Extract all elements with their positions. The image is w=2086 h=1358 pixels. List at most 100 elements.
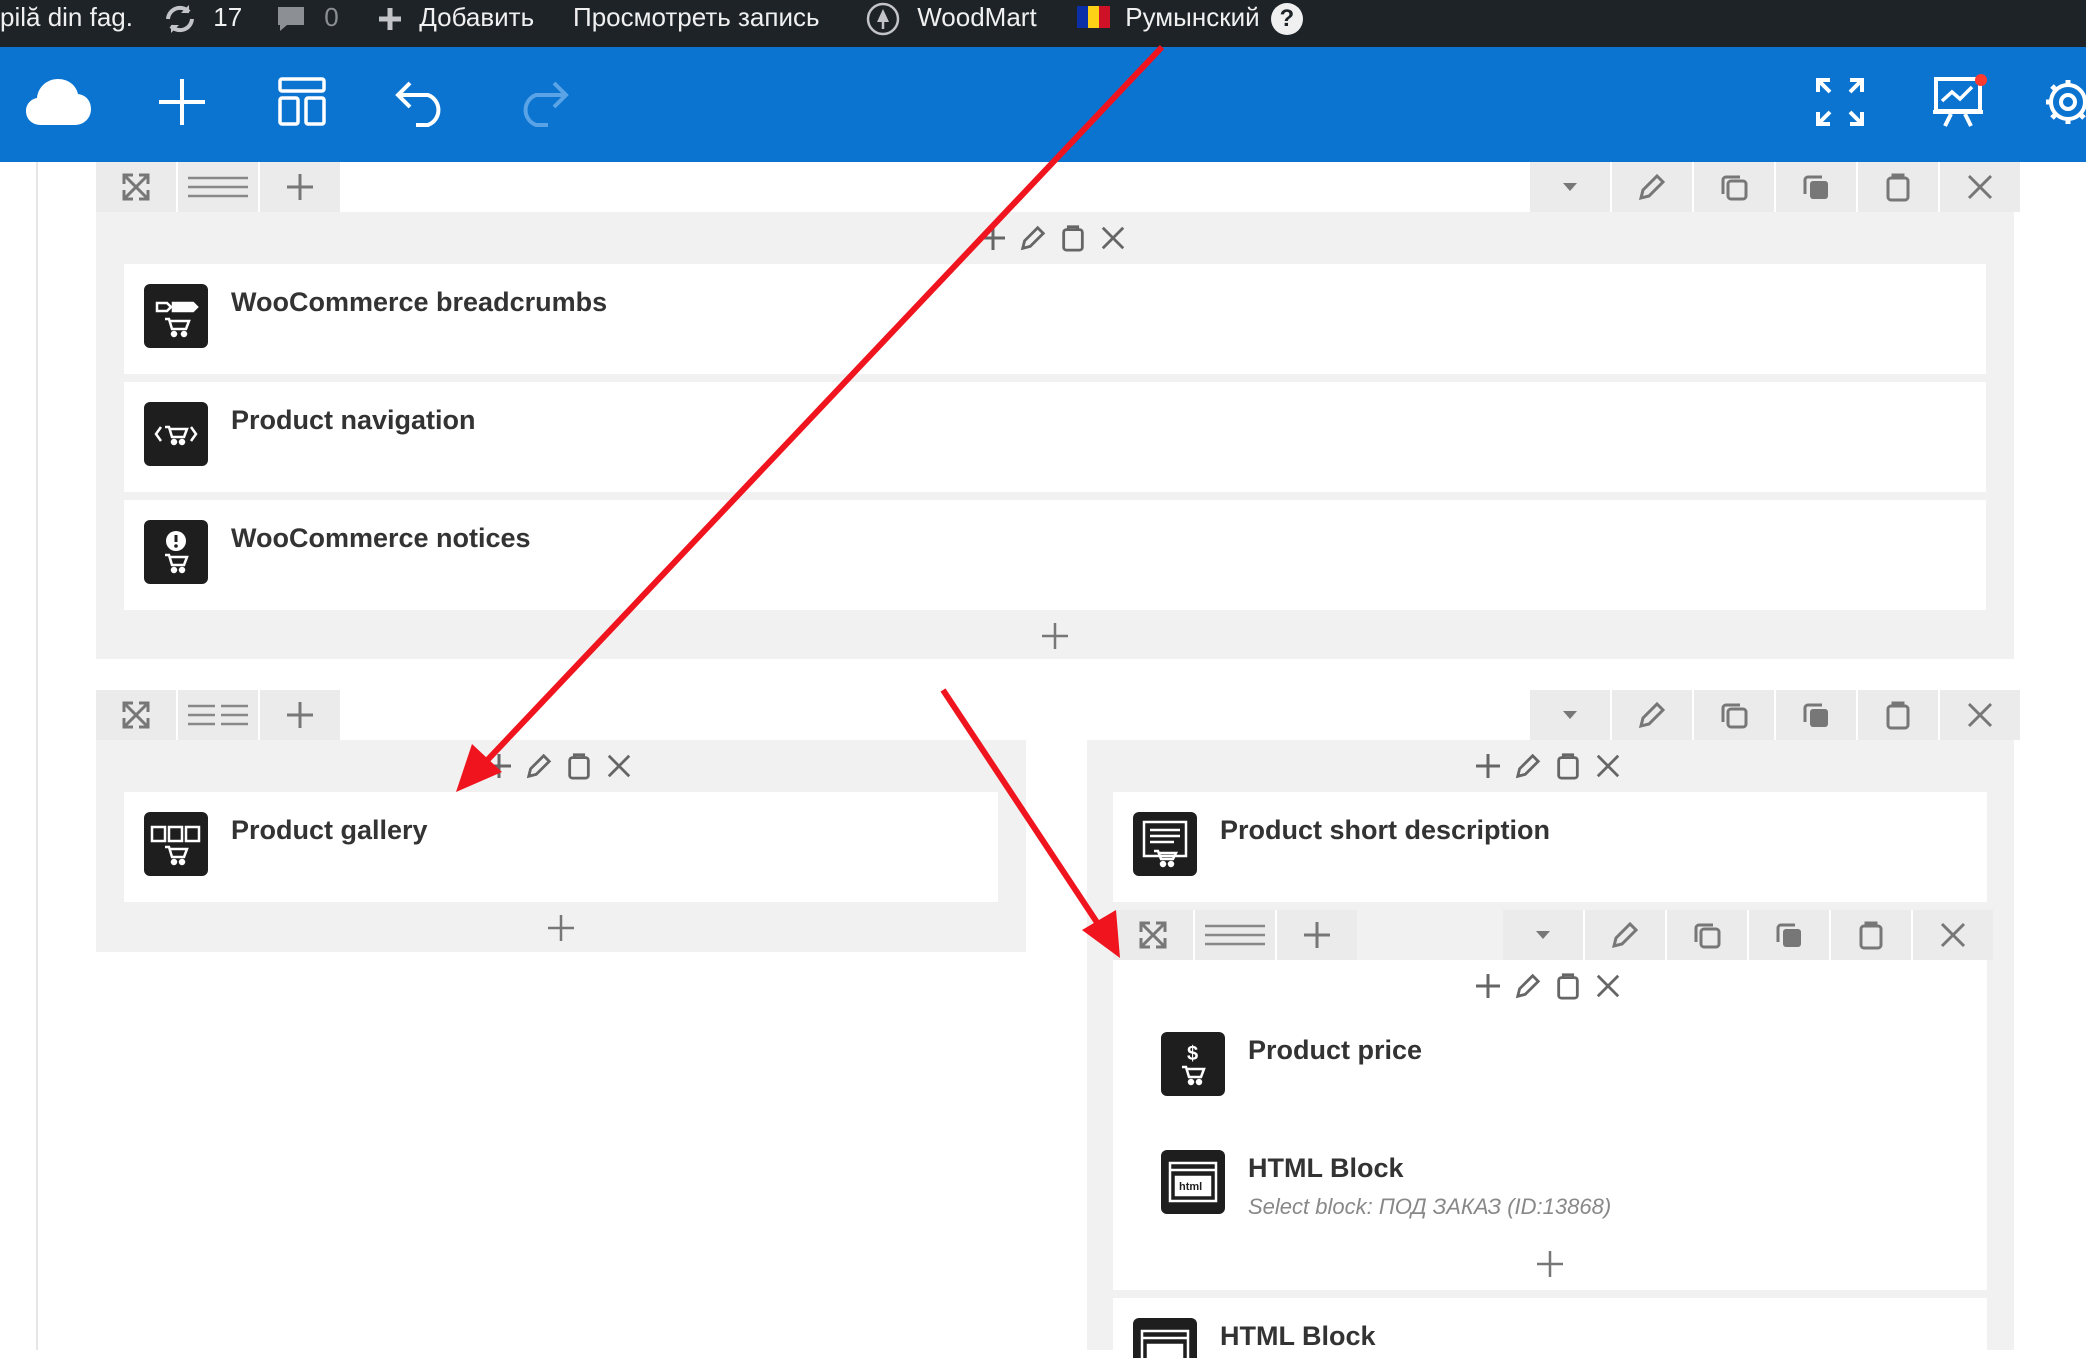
comments-link[interactable]: 0 xyxy=(275,0,339,47)
html-icon xyxy=(1133,1318,1197,1358)
row-paste-button[interactable] xyxy=(1858,690,1940,740)
column-edit-button[interactable] xyxy=(522,749,556,783)
clone-icon xyxy=(1694,923,1721,949)
pencil-icon xyxy=(1020,225,1046,251)
site-name: pilă din fag. xyxy=(0,2,133,32)
column-delete-button[interactable] xyxy=(1591,969,1625,1003)
inner-row-paste-button[interactable] xyxy=(1831,910,1913,960)
clipboard-icon xyxy=(1886,173,1910,202)
plus-icon xyxy=(287,174,313,200)
row-delete-button[interactable] xyxy=(1940,690,2020,740)
pencil-icon xyxy=(1638,701,1666,729)
inner-row-delete-button[interactable] xyxy=(1913,910,1993,960)
inner-row-clone-button[interactable] xyxy=(1667,910,1749,960)
cloud-logo-button[interactable] xyxy=(18,67,98,137)
column-add-button[interactable] xyxy=(482,749,516,783)
row-clone-button[interactable] xyxy=(1694,162,1776,212)
element-title: WooCommerce breadcrumbs xyxy=(231,287,608,317)
inner-row-copy-button[interactable] xyxy=(1749,910,1831,960)
column-edit-button[interactable] xyxy=(1016,221,1050,255)
site-name-link[interactable]: pilă din fag. xyxy=(0,0,133,47)
row-toggle-button[interactable] xyxy=(1530,162,1612,212)
element-product-price[interactable]: $ Product price xyxy=(1141,1012,1959,1122)
row-edit-button[interactable] xyxy=(1612,690,1694,740)
plus-icon xyxy=(487,754,511,778)
column-add-button[interactable] xyxy=(1471,969,1505,1003)
redo-button[interactable] xyxy=(502,67,582,137)
column-edit-button[interactable] xyxy=(1511,969,1545,1003)
templates-button[interactable] xyxy=(262,67,342,137)
inner-row-move-button[interactable] xyxy=(1113,910,1195,960)
add-element-button[interactable] xyxy=(142,67,222,137)
frontend-editor-button[interactable] xyxy=(1920,67,2000,137)
row-add-column-button[interactable] xyxy=(260,162,340,212)
help-icon[interactable]: ? xyxy=(1270,3,1303,35)
row-move-button[interactable] xyxy=(96,690,178,740)
fullscreen-button[interactable] xyxy=(1800,67,1880,137)
column-delete-button[interactable] xyxy=(1591,749,1625,783)
navigation-cart-icon xyxy=(144,402,208,466)
woodmart-tree-icon xyxy=(866,2,900,36)
element-product-navigation[interactable]: Product navigation xyxy=(124,382,1986,492)
column-paste-button[interactable] xyxy=(562,749,596,783)
row-1-column: WooCommerce breadcrumbs Product navigati… xyxy=(96,212,2014,659)
plus-icon xyxy=(1476,974,1500,998)
column-add-element-button[interactable] xyxy=(1035,616,1075,656)
comments-count: 0 xyxy=(324,2,339,32)
column-add-element-button[interactable] xyxy=(541,908,581,948)
plus-icon xyxy=(981,226,1005,250)
language-switcher[interactable]: Румынский ? xyxy=(1077,0,1303,47)
row-edit-button[interactable] xyxy=(1612,162,1694,212)
inner-row-left-controls xyxy=(1113,910,1357,960)
fullscreen-icon xyxy=(1816,78,1864,126)
column-delete-button[interactable] xyxy=(1096,221,1130,255)
row-copy-button[interactable] xyxy=(1776,162,1858,212)
close-icon xyxy=(1101,226,1125,250)
row-delete-button[interactable] xyxy=(1940,162,2020,212)
element-html-block-2[interactable]: HTML Block xyxy=(1113,1298,1987,1358)
element-title: HTML Block xyxy=(1248,1153,1404,1183)
element-product-short-description[interactable]: Product short description xyxy=(1113,792,1987,902)
cloud-logo-icon xyxy=(26,79,91,125)
undo-icon xyxy=(395,81,441,127)
clipboard-icon xyxy=(1859,921,1883,950)
pencil-icon xyxy=(1515,973,1541,999)
clone-icon xyxy=(1721,703,1748,729)
plus-icon xyxy=(1304,922,1330,948)
column-paste-button[interactable] xyxy=(1551,749,1585,783)
inner-row-edit-button[interactable] xyxy=(1585,910,1667,960)
add-new-link[interactable]: Добавить xyxy=(376,0,534,47)
row-add-column-button[interactable] xyxy=(260,690,340,740)
view-post-link[interactable]: Просмотреть запись xyxy=(573,0,820,47)
row-layout-button[interactable] xyxy=(178,162,260,212)
element-product-gallery[interactable]: Product gallery xyxy=(124,792,998,902)
undo-button[interactable] xyxy=(382,67,462,137)
row-toggle-button[interactable] xyxy=(1530,690,1612,740)
row-copy-button[interactable] xyxy=(1776,690,1858,740)
column-paste-button[interactable] xyxy=(1056,221,1090,255)
column-edit-button[interactable] xyxy=(1511,749,1545,783)
column-controls xyxy=(976,218,1130,258)
element-html-block[interactable]: html HTML Block Select block: ПОД ЗАКАЗ … xyxy=(1141,1130,1959,1240)
column-delete-button[interactable] xyxy=(602,749,636,783)
element-woocommerce-breadcrumbs[interactable]: WooCommerce breadcrumbs xyxy=(124,264,1986,374)
inner-row-layout-button[interactable] xyxy=(1195,910,1277,960)
row-layout-icon xyxy=(188,176,248,198)
html-icon: html xyxy=(1161,1150,1225,1214)
inner-row-add-column-button[interactable] xyxy=(1277,910,1357,960)
move-arrows-icon xyxy=(122,173,150,201)
column-paste-button[interactable] xyxy=(1551,969,1585,1003)
row-layout-button[interactable] xyxy=(178,690,260,740)
element-woocommerce-notices[interactable]: WooCommerce notices xyxy=(124,500,1986,610)
row-move-button[interactable] xyxy=(96,162,178,212)
inner-column-add-element-button[interactable] xyxy=(1530,1244,1570,1284)
updates-link[interactable]: 17 xyxy=(162,0,242,47)
inner-row-toggle-button[interactable] xyxy=(1503,910,1585,960)
clipboard-icon xyxy=(1557,753,1579,780)
settings-button[interactable] xyxy=(2040,67,2086,137)
woodmart-link[interactable]: WoodMart xyxy=(866,0,1037,47)
row-clone-button[interactable] xyxy=(1694,690,1776,740)
row-paste-button[interactable] xyxy=(1858,162,1940,212)
column-add-button[interactable] xyxy=(1471,749,1505,783)
column-add-button[interactable] xyxy=(976,221,1010,255)
